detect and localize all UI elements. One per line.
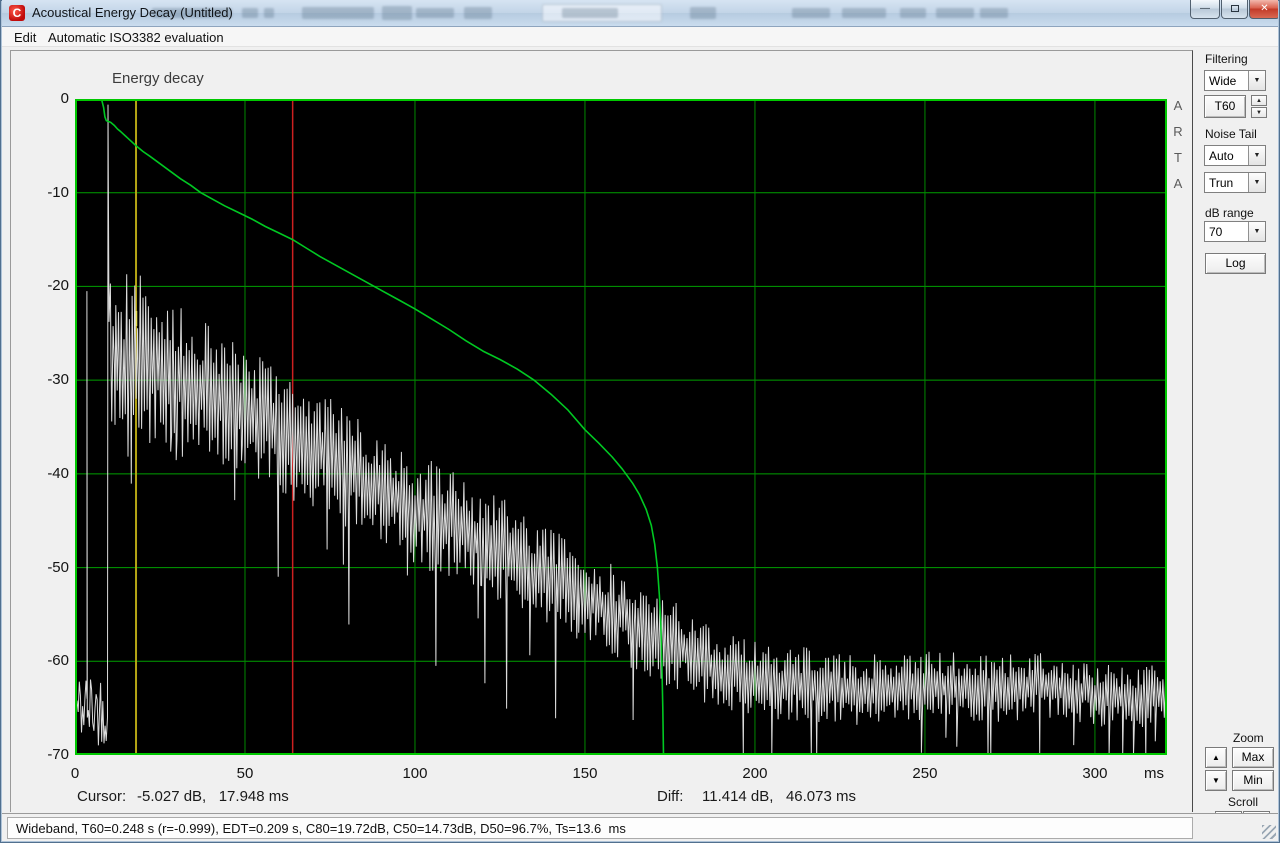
filtering-value: Wide [1209, 74, 1236, 88]
energy-decay-plot[interactable] [75, 99, 1167, 755]
y-tick-label: -30 [27, 371, 69, 388]
db-range-value: 70 [1209, 225, 1222, 239]
maximize-icon [1231, 5, 1239, 12]
y-tick-label: -70 [27, 746, 69, 763]
blurred-parent-toolbar-shape [242, 8, 258, 18]
arta-app-icon: C [9, 5, 25, 21]
status-bar: Wideband, T60=0.248 s (r=-0.999), EDT=0.… [2, 813, 1280, 841]
blurred-parent-toolbar-shape [416, 8, 454, 18]
log-button[interactable]: Log [1205, 253, 1266, 274]
blurred-parent-toolbar-shape [980, 8, 1008, 18]
blurred-parent-toolbar-shape [464, 7, 492, 19]
zoom-label: Zoom [1233, 731, 1264, 745]
window-title: Acoustical Energy Decay (Untitled) [32, 5, 233, 20]
blurred-parent-toolbar-shape [792, 8, 830, 18]
zoom-min-button[interactable]: Min [1232, 770, 1274, 791]
x-tick-label: 150 [565, 765, 605, 782]
x-axis-unit-label: ms [1122, 765, 1164, 782]
close-button[interactable]: ✕ [1249, 0, 1280, 19]
truncation-combobox[interactable]: Trun ▼ [1204, 172, 1266, 193]
y-tick-label: -60 [27, 652, 69, 669]
maximize-button[interactable] [1221, 0, 1248, 19]
noise-tail-label: Noise Tail [1205, 127, 1257, 141]
blurred-parent-toolbar-shape [936, 8, 974, 18]
t60-button[interactable]: T60 [1204, 95, 1246, 118]
menu-edit[interactable]: Edit [10, 29, 40, 46]
plot-title: Energy decay [112, 70, 204, 87]
filtering-combobox[interactable]: Wide ▼ [1204, 70, 1266, 91]
zoom-max-button[interactable]: Max [1232, 747, 1274, 768]
scroll-label: Scroll [1228, 795, 1258, 809]
arta-watermark-letter: T [1171, 150, 1185, 165]
y-tick-label: -40 [27, 465, 69, 482]
chevron-down-icon[interactable]: ▼ [1248, 71, 1265, 90]
x-tick-label: 50 [225, 765, 265, 782]
blurred-parent-toolbar-shape [562, 8, 618, 18]
noise-tail-value: Auto [1209, 149, 1234, 163]
y-tick-label: 0 [27, 90, 69, 107]
menu-bar: Edit Automatic ISO3382 evaluation [2, 27, 1280, 47]
minimize-button[interactable]: — [1190, 0, 1220, 19]
spinner-up-icon[interactable]: ▲ [1251, 95, 1267, 106]
x-tick-label: 100 [395, 765, 435, 782]
y-tick-label: -10 [27, 184, 69, 201]
resize-grip[interactable] [1262, 825, 1276, 839]
zoom-up-button[interactable]: ▲ [1205, 747, 1227, 768]
cursor-readout-value: -5.027 dB, 17.948 ms [137, 788, 289, 805]
y-tick-label: -50 [27, 559, 69, 576]
x-tick-label: 300 [1075, 765, 1115, 782]
spinner-down-icon[interactable]: ▼ [1251, 107, 1267, 118]
arta-watermark-letter: A [1171, 98, 1185, 113]
filtering-label: Filtering [1205, 52, 1248, 66]
x-tick-label: 0 [55, 765, 95, 782]
diff-readout-value: 11.414 dB, 46.073 ms [702, 788, 856, 805]
app-window: C Acoustical Energy Decay (Untitled) — ✕… [0, 0, 1280, 843]
blurred-parent-toolbar-shape [382, 6, 412, 20]
t60-spinner: ▲ ▼ [1251, 95, 1267, 118]
db-range-combobox[interactable]: 70 ▼ [1204, 221, 1266, 242]
zoom-down-button[interactable]: ▼ [1205, 770, 1227, 791]
blurred-parent-toolbar-shape [842, 8, 886, 18]
x-tick-label: 250 [905, 765, 945, 782]
chevron-down-icon[interactable]: ▼ [1248, 146, 1265, 165]
plot-background [75, 99, 1167, 755]
status-text: Wideband, T60=0.248 s (r=-0.999), EDT=0.… [7, 817, 1193, 839]
blurred-parent-toolbar-shape [264, 8, 274, 18]
title-bar[interactable]: C Acoustical Energy Decay (Untitled) — ✕ [2, 0, 1280, 27]
diff-readout-label: Diff: [657, 788, 683, 805]
y-tick-label: -20 [27, 277, 69, 294]
db-range-label: dB range [1205, 206, 1254, 220]
x-tick-label: 200 [735, 765, 775, 782]
blurred-parent-toolbar-shape [690, 7, 716, 19]
truncation-value: Trun [1209, 176, 1233, 190]
arta-watermark-letter: A [1171, 176, 1185, 191]
chevron-down-icon[interactable]: ▼ [1248, 173, 1265, 192]
arta-watermark-letter: R [1171, 124, 1185, 139]
menu-automatic-iso3382-evaluation[interactable]: Automatic ISO3382 evaluation [44, 29, 228, 46]
cursor-readout-label: Cursor: [77, 788, 126, 805]
noise-tail-combobox[interactable]: Auto ▼ [1204, 145, 1266, 166]
blurred-parent-toolbar-shape [900, 8, 926, 18]
chevron-down-icon[interactable]: ▼ [1248, 222, 1265, 241]
blurred-parent-toolbar-shape [302, 7, 374, 19]
